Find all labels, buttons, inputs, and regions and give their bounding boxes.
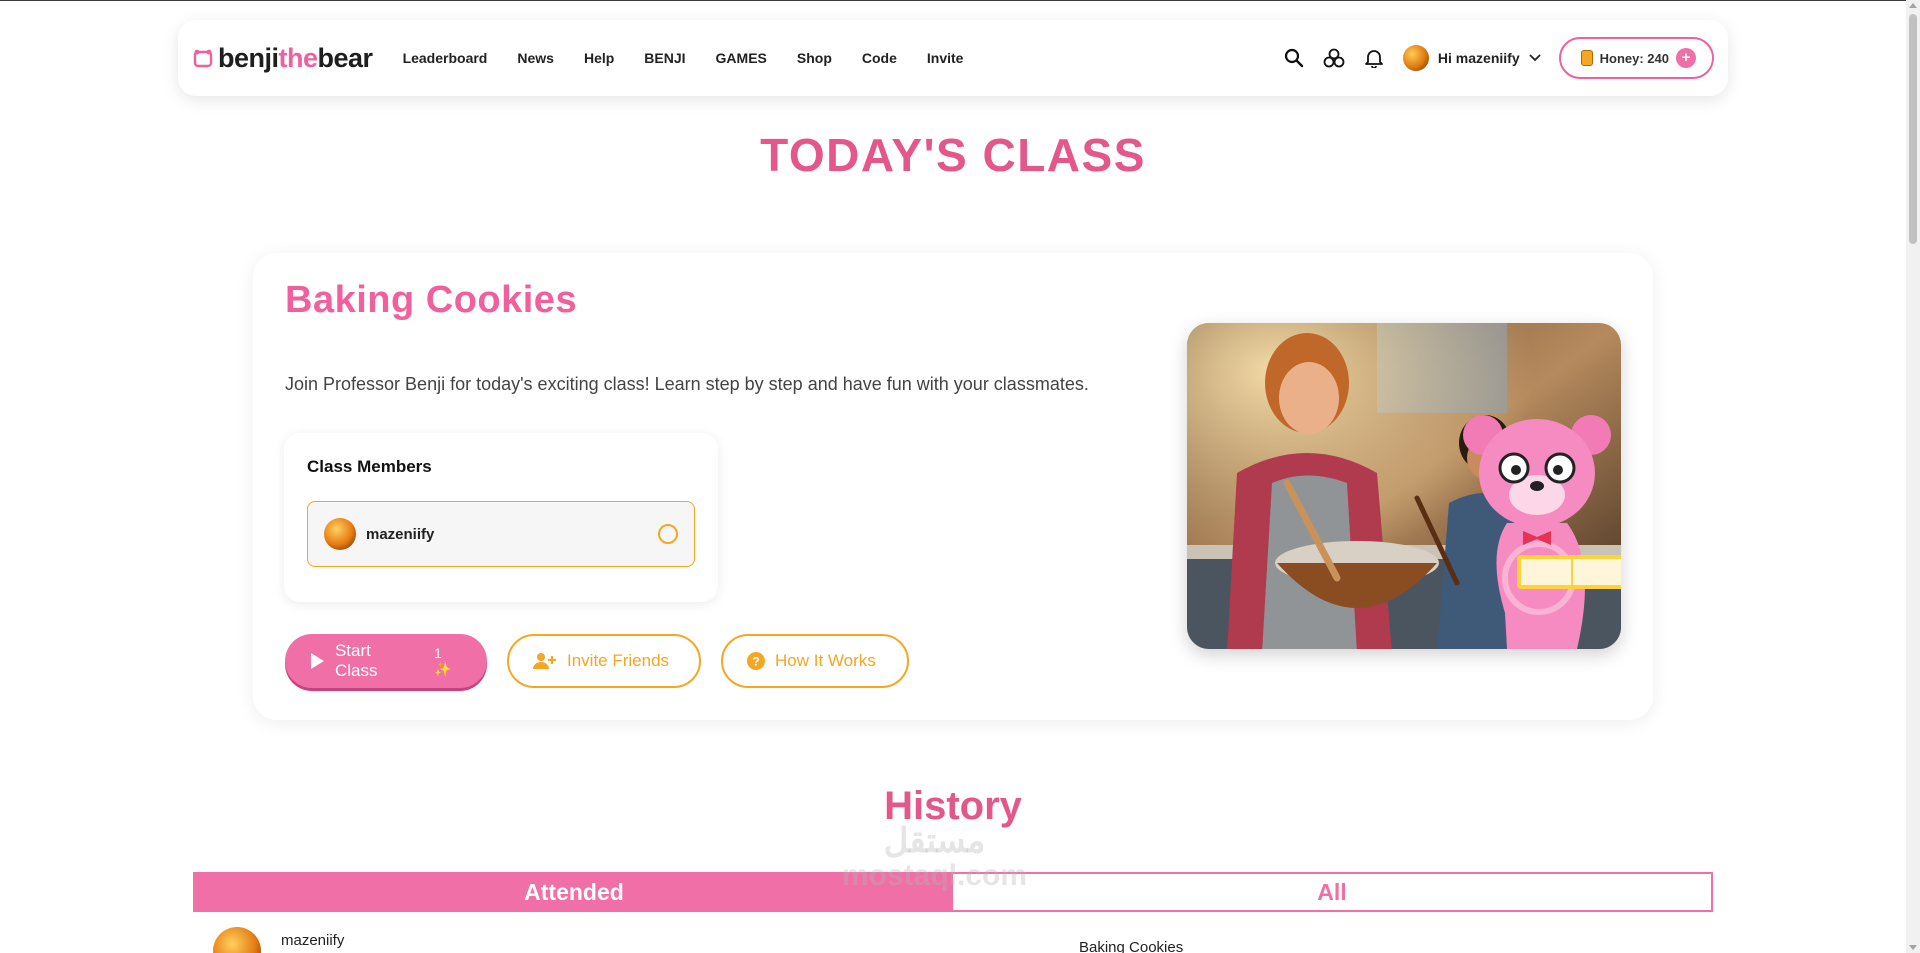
hexagon-cluster-icon[interactable] <box>1323 47 1345 69</box>
class-actions: Start Class 1 ✨ Invite Friends ? How It … <box>285 634 909 688</box>
search-icon[interactable] <box>1283 47 1305 69</box>
nav-help[interactable]: Help <box>584 50 614 66</box>
avatar <box>324 518 356 550</box>
member-status-radio[interactable] <box>658 524 678 544</box>
tab-attended[interactable]: Attended <box>195 874 953 910</box>
honey-jar-icon <box>1580 50 1593 66</box>
sparkle-icon: ✨ <box>433 660 452 677</box>
plus-icon[interactable]: + <box>1676 48 1696 68</box>
watermark-line-1: مستقل <box>883 822 986 860</box>
nav-news[interactable]: News <box>517 50 554 66</box>
history-row[interactable]: mazeniify Baking Cookies <box>193 922 1713 953</box>
avatar <box>1402 45 1429 71</box>
class-title: Baking Cookies <box>285 279 578 321</box>
play-icon <box>310 653 324 669</box>
svg-text:?: ? <box>752 655 759 669</box>
watermark: مستقل mostaql.com <box>842 822 1028 892</box>
window-top-edge <box>0 0 1920 1</box>
nav-shop[interactable]: Shop <box>797 50 832 66</box>
brand-part-the: the <box>278 42 319 73</box>
navbar: benjithebear Leaderboard News Help BENJI… <box>178 20 1728 96</box>
invite-friends-label: Invite Friends <box>567 651 670 670</box>
class-members-panel: Class Members mazeniify <box>284 433 718 602</box>
history-user-name: mazeniify <box>281 932 345 949</box>
tab-all[interactable]: All <box>953 874 1711 910</box>
invite-friends-button[interactable]: Invite Friends <box>507 634 701 688</box>
start-class-button[interactable]: Start Class 1 ✨ <box>285 634 487 688</box>
avatar <box>213 927 261 953</box>
add-user-icon <box>533 653 556 669</box>
scrollbar[interactable] <box>1906 0 1920 953</box>
member-row[interactable]: mazeniify <box>307 501 695 567</box>
brand-part-benji: benji <box>218 42 279 73</box>
brand-logo[interactable]: benjithebear <box>192 43 373 74</box>
nav-code[interactable]: Code <box>862 50 897 66</box>
user-greeting: Hi mazeniify <box>1437 50 1520 66</box>
nav-invite[interactable]: Invite <box>927 50 964 66</box>
nav-benji[interactable]: BENJI <box>644 50 685 66</box>
question-circle-icon: ? <box>747 652 765 670</box>
honey-label: Honey: 240 <box>1599 50 1669 66</box>
nav-right: Hi mazeniify Honey: 240 + <box>1283 37 1714 79</box>
scroll-up-arrow-icon[interactable] <box>1909 3 1917 8</box>
watermark-line-2: mostaql.com <box>842 858 1028 892</box>
how-it-works-button[interactable]: ? How It Works <box>721 634 909 688</box>
history-class-name: Baking Cookies <box>1079 939 1184 953</box>
how-it-works-label: How It Works <box>775 651 876 670</box>
start-class-count: 1 ✨ <box>433 644 452 677</box>
start-class-label: Start Class <box>334 641 378 680</box>
class-members-heading: Class Members <box>307 457 432 476</box>
user-menu[interactable]: Hi mazeniify <box>1402 45 1541 71</box>
nav-links: Leaderboard News Help BENJI GAMES Shop C… <box>403 50 964 66</box>
class-card: Baking Cookies Join Professor Benji for … <box>253 253 1653 720</box>
nav-games[interactable]: GAMES <box>716 50 767 66</box>
class-illustration <box>1187 323 1621 649</box>
class-description: Join Professor Benji for today's excitin… <box>285 374 1089 394</box>
bell-icon[interactable] <box>1363 47 1385 69</box>
nav-leaderboard[interactable]: Leaderboard <box>403 50 488 66</box>
scrollbar-thumb[interactable] <box>1909 14 1917 244</box>
scroll-down-arrow-icon[interactable] <box>1909 945 1917 950</box>
member-name: mazeniify <box>366 525 435 543</box>
chevron-down-icon <box>1528 54 1541 62</box>
honey-balance-button[interactable]: Honey: 240 + <box>1558 37 1714 79</box>
page-title: TODAY'S CLASS <box>760 129 1146 181</box>
bear-logo-icon <box>193 49 213 68</box>
brand-part-bear: bear <box>317 42 374 73</box>
